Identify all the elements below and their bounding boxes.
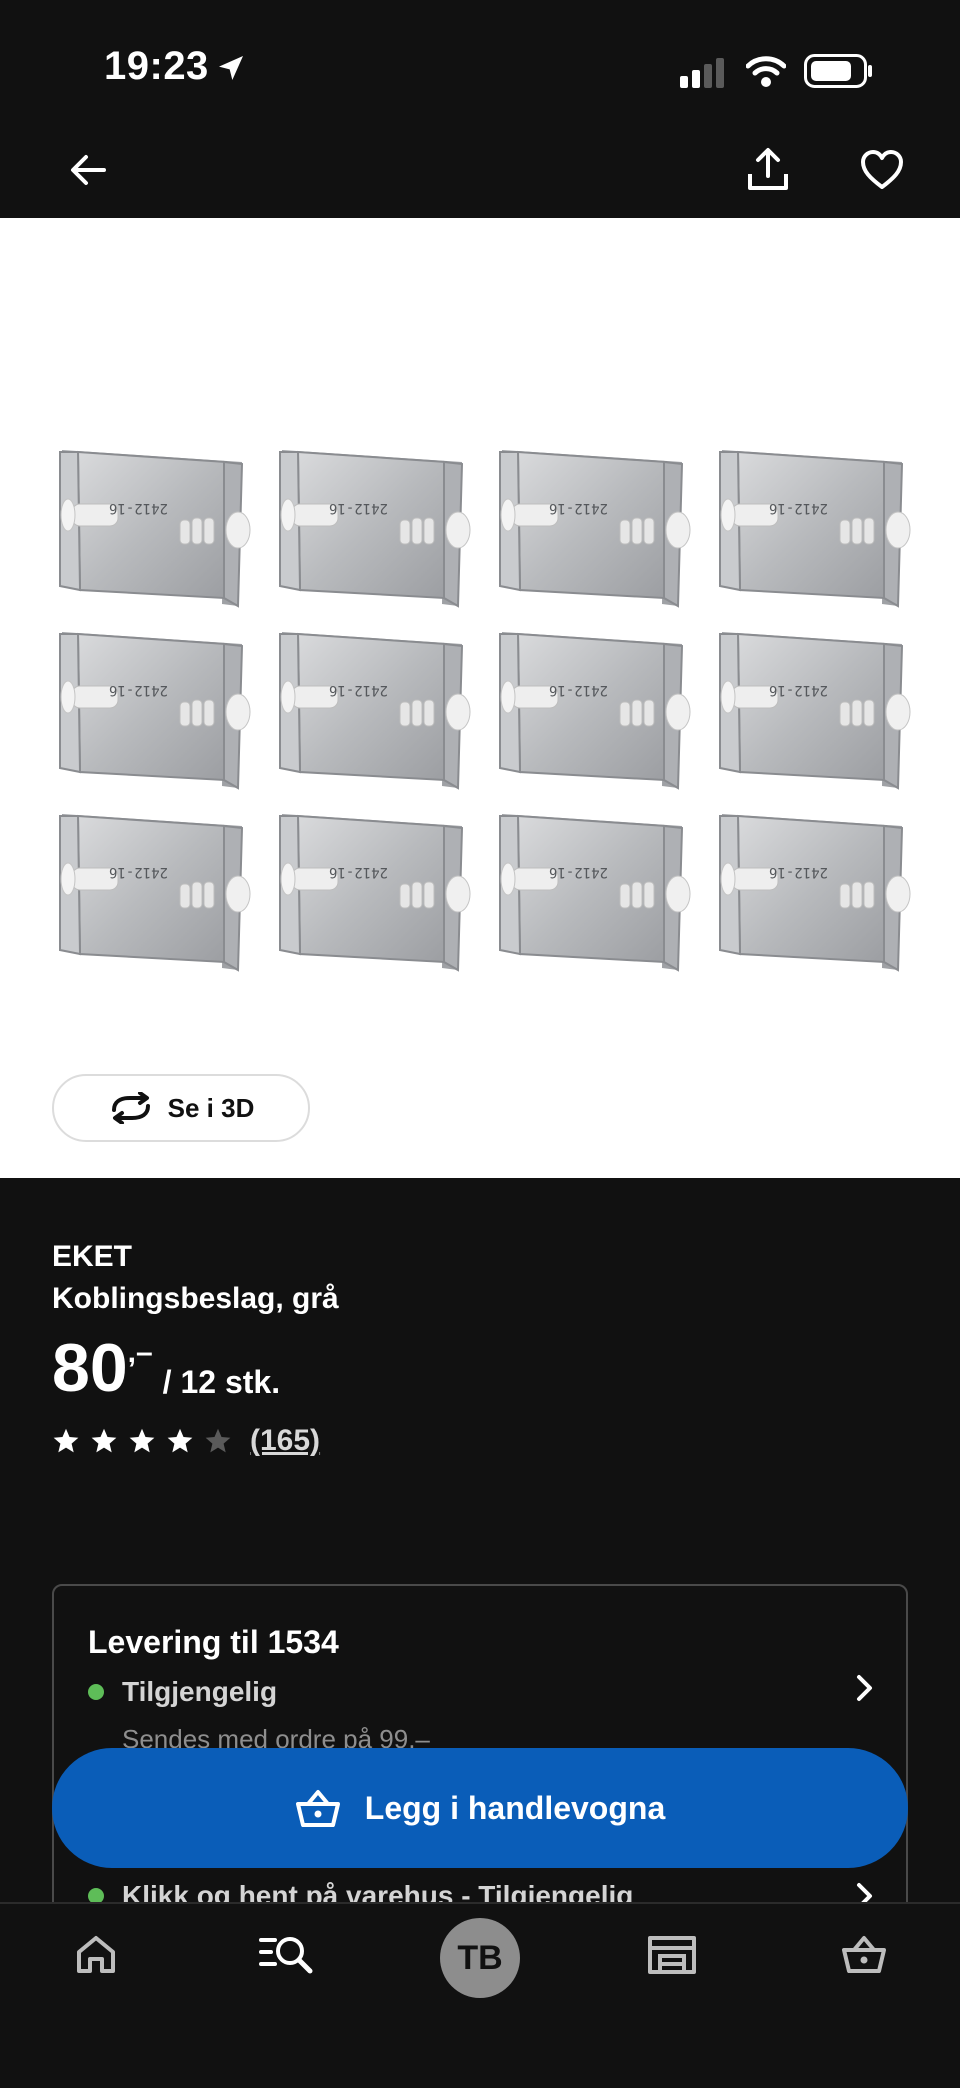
star-filled-icon: [91, 1428, 117, 1453]
delivery-title: Levering til 1534: [88, 1624, 339, 1660]
tab-cart[interactable]: [824, 1918, 904, 1990]
see-in-3d-button[interactable]: Se i 3D: [52, 1074, 310, 1142]
rating-stars: [52, 1427, 232, 1455]
store-icon: [648, 1936, 696, 1974]
svg-text:2412-16: 2412-16: [109, 682, 168, 698]
svg-text:2412-16: 2412-16: [769, 682, 828, 698]
svg-text:2412-16: 2412-16: [329, 864, 388, 880]
add-to-cart-button[interactable]: Legg i handlevogna: [52, 1748, 908, 1868]
signal-icon: [680, 56, 728, 93]
tab-stores[interactable]: [632, 1918, 712, 1990]
product-description: Koblingsbeslag, grå: [52, 1282, 339, 1315]
svg-text:2412-16: 2412-16: [329, 500, 388, 516]
favorite-button[interactable]: [850, 138, 914, 202]
available-dot-icon: [88, 1684, 104, 1700]
bracket-item: 2412-16: [712, 620, 912, 790]
price-unit: / 12 stk.: [162, 1364, 281, 1400]
svg-text:2412-16: 2412-16: [329, 682, 388, 698]
back-button[interactable]: [56, 138, 120, 202]
price-value: 80: [52, 1330, 128, 1406]
bracket-item: 2412-16: [52, 620, 252, 790]
star-empty-icon: [205, 1428, 231, 1453]
bracket-item: 2412-16: [272, 438, 472, 608]
rating[interactable]: (165): [52, 1424, 320, 1458]
bracket-item: 2412-16: [492, 620, 692, 790]
basket-icon: [295, 1790, 340, 1827]
cart-icon: [842, 1936, 886, 1973]
bracket-item: 2412-16: [52, 802, 252, 972]
tab-home[interactable]: [56, 1918, 136, 1990]
avatar[interactable]: TB: [440, 1918, 520, 1998]
bracket-item: 2412-16: [712, 438, 912, 608]
share-icon: [748, 148, 788, 190]
back-arrow-icon: [71, 155, 106, 185]
delivery-status-text: Tilgjengelig: [122, 1676, 278, 1707]
review-count-link[interactable]: (165): [250, 1424, 320, 1458]
price: 80 ,– / 12 stk.: [52, 1330, 280, 1406]
status-time: 19:23: [104, 44, 247, 89]
heart-icon: [861, 150, 903, 189]
bracket-item: 2412-16: [272, 620, 472, 790]
svg-text:2412-16: 2412-16: [549, 500, 608, 516]
bracket-item: 2412-16: [272, 802, 472, 972]
search-icon: [259, 1937, 313, 1974]
see-in-3d-label: Se i 3D: [167, 1092, 255, 1123]
svg-text:2412-16: 2412-16: [109, 500, 168, 516]
bracket-item: 2412-16: [492, 802, 692, 972]
svg-text:2412-16: 2412-16: [549, 682, 608, 698]
home-icon: [77, 1936, 115, 1973]
svg-text:2412-16: 2412-16: [769, 864, 828, 880]
battery-icon: [804, 54, 874, 93]
bracket-item: 2412-16: [52, 438, 252, 608]
bracket-item: 2412-16: [712, 802, 912, 972]
star-filled-icon: [53, 1428, 79, 1453]
product-brand: EKET: [52, 1240, 133, 1273]
delivery-status[interactable]: Tilgjengelig: [88, 1676, 277, 1708]
tab-search[interactable]: [246, 1918, 326, 1990]
svg-text:2412-16: 2412-16: [109, 864, 168, 880]
share-button[interactable]: [736, 138, 800, 202]
avatar-initials: TB: [457, 1938, 503, 1977]
star-filled-icon: [167, 1428, 193, 1453]
star-filled-icon: [129, 1428, 155, 1453]
delivery-chevron-icon[interactable]: [848, 1672, 880, 1709]
rotate-3d-icon: [111, 1092, 150, 1124]
product-image: 2412-16 2412-16 2412-16 2412-16 2412-16 …: [52, 438, 914, 972]
wifi-icon: [745, 54, 787, 93]
price-decimals: ,–: [127, 1336, 153, 1369]
svg-text:2412-16: 2412-16: [549, 864, 608, 880]
add-to-cart-label: Legg i handlevogna: [364, 1789, 666, 1826]
location-arrow-icon: [218, 56, 243, 81]
status-time-text: 19:23: [104, 44, 209, 88]
svg-text:2412-16: 2412-16: [769, 500, 828, 516]
bracket-item: 2412-16: [492, 438, 692, 608]
